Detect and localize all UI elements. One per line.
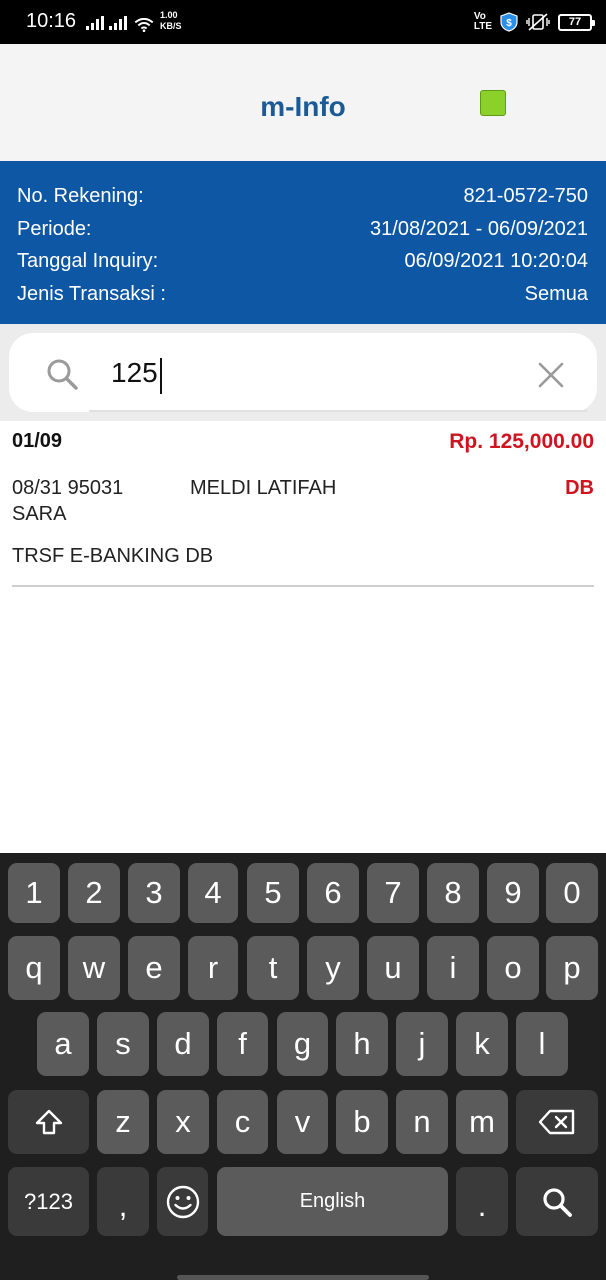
transaction-description: TRSF E-BANKING DB: [12, 545, 214, 567]
key-z[interactable]: z: [97, 1090, 149, 1154]
key-e[interactable]: e: [128, 936, 180, 1000]
key-u[interactable]: u: [367, 936, 419, 1000]
key-s[interactable]: s: [97, 1012, 149, 1076]
emoji-key[interactable]: [157, 1167, 208, 1236]
volte-icon: Vo LTE: [474, 12, 492, 32]
app-bar: m-Info: [0, 44, 606, 161]
key-j[interactable]: j: [396, 1012, 448, 1076]
transaction-amount: Rp. 125,000.00: [449, 430, 594, 453]
info-label: Periode:: [17, 217, 92, 240]
search-key[interactable]: [516, 1167, 598, 1236]
connection-status-indicator: [480, 90, 506, 116]
signal-icon: [86, 16, 104, 30]
network-speed-value: 1.00: [160, 10, 178, 20]
network-speed-unit: KB/S: [160, 21, 182, 31]
transaction-type-badge: DB: [565, 477, 594, 499]
info-value: Semua: [524, 282, 588, 305]
info-row-account: No. Rekening: 821-0572-750: [17, 185, 588, 218]
key-1[interactable]: 1: [8, 863, 60, 923]
close-icon[interactable]: [537, 361, 565, 389]
transaction-item[interactable]: 01/09 Rp. 125,000.00 08/31 95031 MELDI L…: [12, 421, 594, 587]
key-p[interactable]: p: [546, 936, 598, 1000]
key-4[interactable]: 4: [188, 863, 238, 923]
key-q[interactable]: q: [8, 936, 60, 1000]
battery-level: 77: [568, 15, 582, 28]
page-title: m-Info: [260, 91, 346, 122]
key-h[interactable]: h: [336, 1012, 388, 1076]
divider: [12, 585, 594, 587]
key-7[interactable]: 7: [367, 863, 419, 923]
network-speed: 1.00 KB/S: [160, 10, 182, 32]
transaction-counterparty-cont: SARA: [12, 503, 67, 525]
key-8[interactable]: 8: [427, 863, 479, 923]
key-0[interactable]: 0: [546, 863, 598, 923]
key-i[interactable]: i: [427, 936, 479, 1000]
search-input[interactable]: [103, 351, 523, 395]
key-9[interactable]: 9: [487, 863, 539, 923]
info-row-transaction-type: Jenis Transaksi : Semua: [17, 283, 588, 316]
info-row-inquiry-date: Tanggal Inquiry: 06/09/2021 10:20:04: [17, 250, 588, 283]
key-2[interactable]: 2: [68, 863, 120, 923]
vibrate-icon: [526, 13, 550, 31]
signal-icon: [109, 16, 127, 30]
key-d[interactable]: d: [157, 1012, 209, 1076]
key-v[interactable]: v: [277, 1090, 328, 1154]
info-label: Jenis Transaksi :: [17, 282, 166, 305]
key-k[interactable]: k: [456, 1012, 508, 1076]
key-g[interactable]: g: [277, 1012, 328, 1076]
info-value: 31/08/2021 - 06/09/2021: [370, 217, 588, 240]
period-key[interactable]: .: [456, 1167, 508, 1236]
search-icon: [543, 1187, 572, 1217]
comma-key[interactable]: ,: [97, 1167, 149, 1236]
transaction-date: 01/09: [12, 430, 63, 452]
account-info-panel: No. Rekening: 821-0572-750 Periode: 31/0…: [0, 161, 606, 324]
transaction-reference: 08/31 95031: [12, 477, 124, 499]
key-n[interactable]: n: [396, 1090, 448, 1154]
key-f[interactable]: f: [217, 1012, 268, 1076]
backspace-key[interactable]: [516, 1090, 598, 1154]
key-6[interactable]: 6: [307, 863, 359, 923]
info-row-period: Periode: 31/08/2021 - 06/09/2021: [17, 218, 588, 251]
info-value: 06/09/2021 10:20:04: [404, 250, 588, 272]
key-l[interactable]: l: [516, 1012, 568, 1076]
status-time: 10:16: [26, 10, 77, 32]
search-icon: [47, 359, 78, 390]
key-b[interactable]: b: [336, 1090, 388, 1154]
key-t[interactable]: t: [247, 936, 299, 1000]
shield-icon: $: [500, 12, 518, 32]
home-indicator[interactable]: [177, 1275, 429, 1280]
symbols-key[interactable]: ?123: [8, 1167, 89, 1236]
transaction-counterparty: MELDI LATIFAH: [190, 477, 337, 499]
wifi-icon: [134, 18, 154, 32]
key-m[interactable]: m: [456, 1090, 508, 1154]
space-key[interactable]: English: [217, 1167, 448, 1236]
key-3[interactable]: 3: [128, 863, 180, 923]
key-c[interactable]: c: [217, 1090, 268, 1154]
status-bar: 10:16 1.00 KB/S Vo LTE $ 77: [0, 0, 606, 44]
key-a[interactable]: a: [37, 1012, 89, 1076]
battery-icon: 77: [558, 13, 595, 31]
key-x[interactable]: x: [157, 1090, 209, 1154]
info-label: No. Rekening:: [17, 185, 144, 207]
lte-label: LTE: [473, 21, 492, 32]
text-caret: [160, 358, 162, 394]
search-box[interactable]: [9, 333, 597, 412]
svg-text:$: $: [506, 18, 512, 29]
shift-icon: [35, 1109, 62, 1135]
shift-key[interactable]: [8, 1090, 89, 1154]
key-o[interactable]: o: [487, 936, 539, 1000]
key-w[interactable]: w: [68, 936, 120, 1000]
key-r[interactable]: r: [188, 936, 238, 1000]
info-label: Tanggal Inquiry:: [17, 250, 159, 272]
search-bar-container: [0, 324, 606, 421]
emoji-icon: [166, 1185, 199, 1218]
key-y[interactable]: y: [307, 936, 359, 1000]
info-value: 821-0572-750: [463, 185, 588, 207]
search-underline: [89, 410, 587, 412]
backspace-icon: [538, 1109, 575, 1135]
key-5[interactable]: 5: [247, 863, 299, 923]
soft-keyboard: 1 2 3 4 5 6 7 8 9 0 q w e r t y u i o p …: [0, 853, 606, 1280]
